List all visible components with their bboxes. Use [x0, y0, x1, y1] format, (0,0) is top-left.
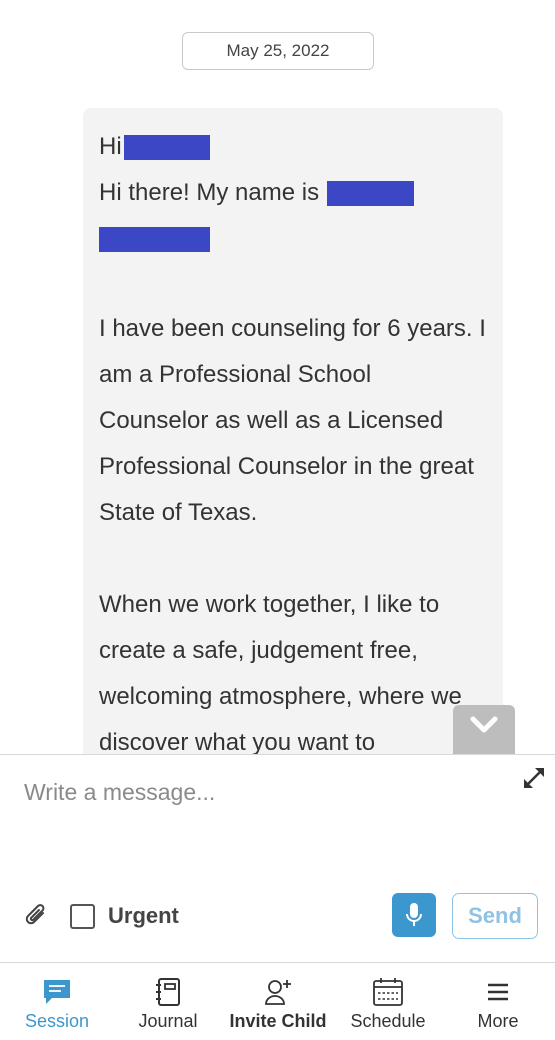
- chat-bubble-icon: [44, 980, 70, 1004]
- expand-icon: [524, 768, 544, 788]
- calendar-icon: [373, 978, 403, 1006]
- paperclip-icon: [25, 904, 45, 925]
- scroll-to-bottom-button[interactable]: [453, 705, 515, 754]
- nav-session[interactable]: Session: [24, 963, 90, 1040]
- expand-composer-button[interactable]: [521, 765, 547, 791]
- greeting-text: Hi: [99, 133, 122, 160]
- urgent-checkbox[interactable]: [70, 904, 95, 929]
- message-paragraph: When we work together, I like to create …: [99, 591, 462, 754]
- intro-line: Hi there! My name is: [99, 174, 487, 212]
- intro-text: Hi there! My name is: [99, 179, 320, 206]
- chat-screen: May 25, 2022 Hi Hi there! My name is I h…: [0, 0, 555, 1040]
- message-paragraph: I have been counseling for 6 years. I am…: [99, 315, 486, 526]
- nav-label: Session: [24, 1011, 90, 1031]
- redacted-name: [123, 134, 210, 160]
- redacted-name: [327, 180, 415, 206]
- nav-label: Invite Child: [229, 1011, 327, 1031]
- nav-label: More: [477, 1011, 519, 1031]
- message-list[interactable]: May 25, 2022 Hi Hi there! My name is I h…: [0, 0, 555, 754]
- microphone-icon: [406, 903, 422, 926]
- attach-button[interactable]: [24, 903, 50, 929]
- nav-invite-child[interactable]: Invite Child: [228, 963, 328, 1040]
- voice-record-button[interactable]: [392, 893, 436, 937]
- message-bubble: Hi Hi there! My name is I have been coun…: [83, 108, 503, 754]
- nav-schedule[interactable]: Schedule: [348, 963, 428, 1040]
- send-button[interactable]: Send: [452, 893, 538, 939]
- urgent-label: Urgent: [108, 903, 179, 928]
- journal-icon: [156, 978, 180, 1006]
- menu-icon: [488, 983, 508, 1001]
- composer-toolbar: Urgent Send: [0, 883, 555, 947]
- message-input[interactable]: [0, 755, 520, 875]
- nav-label: Journal: [138, 1011, 198, 1031]
- chevron-down-icon: [470, 716, 498, 733]
- redacted-name: [99, 227, 210, 253]
- nav-journal[interactable]: Journal: [136, 963, 200, 1040]
- date-separator: May 25, 2022: [182, 32, 374, 70]
- add-person-icon: [265, 980, 291, 1005]
- bottom-navigation: Session Journal Invite Child Schedule Mo…: [0, 962, 555, 1040]
- nav-more[interactable]: More: [474, 963, 522, 1040]
- nav-label: Schedule: [350, 1011, 426, 1031]
- greeting-line: Hi: [99, 128, 487, 166]
- redacted-line: [99, 212, 487, 253]
- message-composer: Urgent Send: [0, 754, 555, 962]
